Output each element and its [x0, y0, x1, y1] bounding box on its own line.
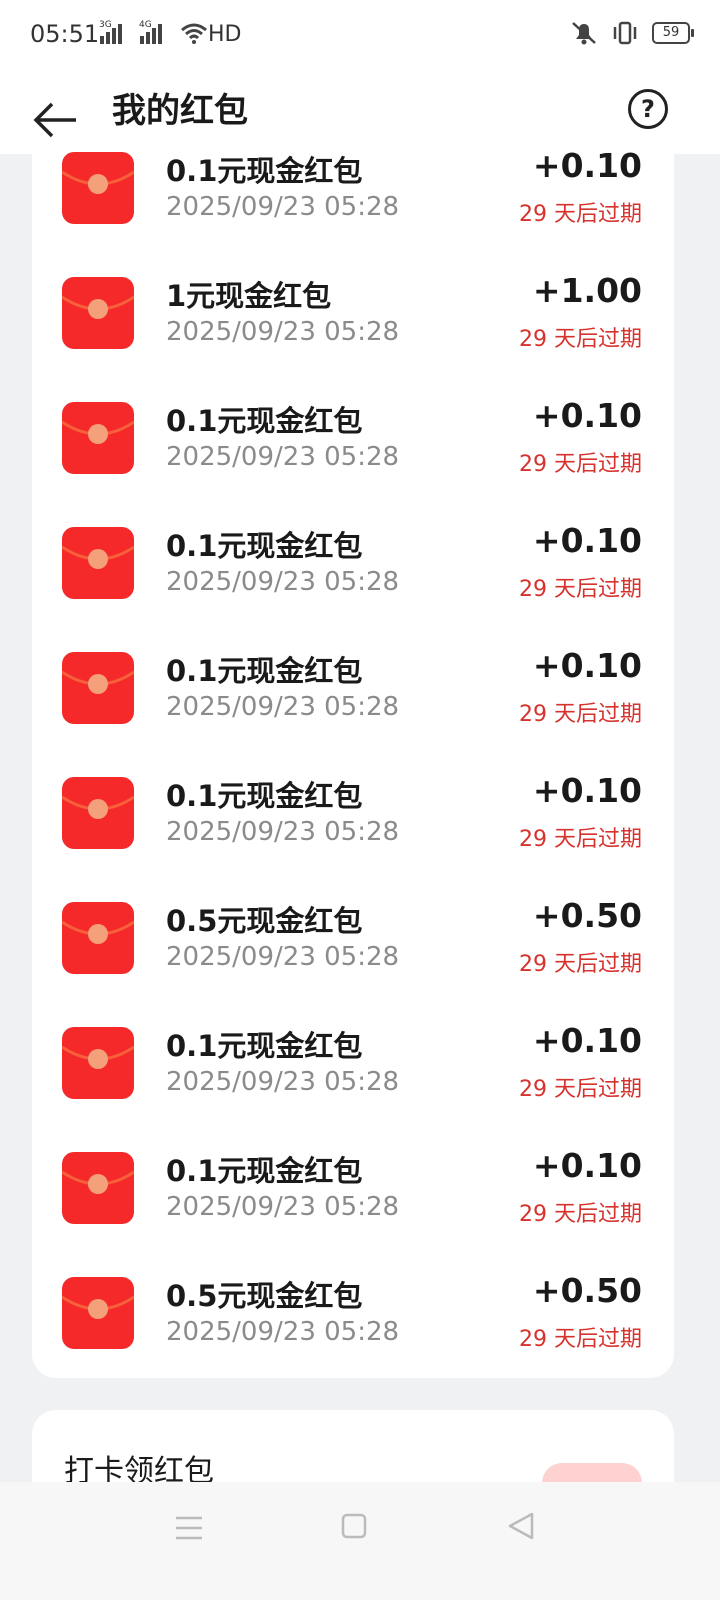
- item-amount: +0.10: [532, 646, 642, 685]
- item-expire: 29 天后过期: [519, 1202, 642, 1227]
- hd-indicator: HD: [208, 22, 242, 47]
- item-expire: 29 天后过期: [519, 1327, 642, 1352]
- item-amount: +0.50: [532, 896, 642, 935]
- item-amount: +0.10: [532, 1146, 642, 1185]
- item-expire: 29 天后过期: [519, 202, 642, 227]
- menu-icon: [176, 1516, 202, 1540]
- network-type-label: 4G: [139, 20, 152, 30]
- item-date: 2025/09/23 05:28: [166, 567, 400, 597]
- item-expire: 29 天后过期: [519, 1077, 642, 1102]
- list-item[interactable]: 1元现金红包 2025/09/23 05:28 +1.00 29 天后过期: [32, 271, 674, 402]
- list-item[interactable]: 0.1元现金红包 2025/09/23 05:28 +0.10 29 天后过期: [32, 396, 674, 527]
- item-date: 2025/09/23 05:28: [166, 817, 400, 847]
- item-amount: +0.10: [532, 1021, 642, 1060]
- list-item[interactable]: 0.5元现金红包 2025/09/23 05:28 +0.50 29 天后过期: [32, 1271, 674, 1378]
- red-envelope-icon: [62, 402, 134, 474]
- item-title: 0.5元现金红包: [166, 904, 363, 938]
- signal-3g-icon: 3G: [99, 20, 122, 44]
- item-expire: 29 天后过期: [519, 577, 642, 602]
- item-date: 2025/09/23 05:28: [166, 192, 400, 222]
- item-date: 2025/09/23 05:28: [166, 317, 400, 347]
- nav-menu-button[interactable]: [172, 1510, 208, 1546]
- network-type-label: 3G: [99, 20, 112, 30]
- triangle-back-icon: [508, 1512, 534, 1540]
- item-amount: +0.10: [532, 396, 642, 435]
- list-item[interactable]: 0.1元现金红包 2025/09/23 05:28 +0.10 29 天后过期: [32, 1021, 674, 1152]
- red-envelope-icon: [62, 652, 134, 724]
- item-amount: +0.10: [532, 771, 642, 810]
- red-envelope-icon: [62, 277, 134, 349]
- question-circle-icon: ?: [641, 95, 655, 123]
- nav-back-button[interactable]: [506, 1510, 542, 1546]
- item-title: 0.1元现金红包: [166, 654, 363, 688]
- red-envelope-icon: [62, 1152, 134, 1224]
- list-item[interactable]: 0.1元现金红包 2025/09/23 05:28 +0.10 29 天后过期: [32, 521, 674, 652]
- item-date: 2025/09/23 05:28: [166, 692, 400, 722]
- system-nav-bar: [0, 1482, 720, 1600]
- red-envelope-icon: [62, 902, 134, 974]
- item-amount: +0.10: [532, 521, 642, 560]
- item-date: 2025/09/23 05:28: [166, 442, 400, 472]
- item-amount: +0.50: [532, 1271, 642, 1310]
- item-title: 0.1元现金红包: [166, 154, 363, 188]
- item-title: 0.1元现金红包: [166, 1029, 363, 1063]
- item-date: 2025/09/23 05:28: [166, 1192, 400, 1222]
- status-time: 05:51: [30, 20, 100, 48]
- item-title: 0.1元现金红包: [166, 1154, 363, 1188]
- red-envelope-icon: [62, 527, 134, 599]
- arrow-left-icon: [33, 102, 76, 138]
- item-title: 0.1元现金红包: [166, 779, 363, 813]
- back-button[interactable]: [30, 86, 82, 138]
- item-amount: +1.00: [532, 271, 642, 310]
- status-bar: 05:51 3G 4G HD 59: [0, 0, 720, 72]
- nav-home-button[interactable]: [340, 1510, 376, 1546]
- item-amount: +0.10: [532, 150, 642, 185]
- item-title: 1元现金红包: [166, 279, 332, 313]
- list-item[interactable]: 0.1元现金红包 2025/09/23 05:28 +0.10 29 天后过期: [32, 150, 674, 277]
- item-expire: 29 天后过期: [519, 452, 642, 477]
- red-envelope-icon: [62, 1277, 134, 1349]
- red-envelope-icon: [62, 1027, 134, 1099]
- app-header: 我的红包 ?: [0, 72, 720, 154]
- item-date: 2025/09/23 05:28: [166, 1317, 400, 1347]
- red-envelope-icon: [62, 777, 134, 849]
- item-expire: 29 天后过期: [519, 827, 642, 852]
- battery-icon: 59: [652, 22, 694, 44]
- item-expire: 29 天后过期: [519, 952, 642, 977]
- item-title: 0.5元现金红包: [166, 1279, 363, 1313]
- list-item[interactable]: 0.1元现金红包 2025/09/23 05:28 +0.10 29 天后过期: [32, 1146, 674, 1277]
- list-item[interactable]: 0.5元现金红包 2025/09/23 05:28 +0.50 29 天后过期: [32, 896, 674, 1027]
- list-item[interactable]: 0.1元现金红包 2025/09/23 05:28 +0.10 29 天后过期: [32, 771, 674, 902]
- square-home-icon: [341, 1513, 367, 1539]
- item-date: 2025/09/23 05:28: [166, 942, 400, 972]
- network-icons: 3G 4G: [99, 20, 208, 44]
- status-right-icons: 59: [570, 20, 694, 46]
- item-title: 0.1元现金红包: [166, 404, 363, 438]
- signal-4g-icon: 4G: [139, 20, 162, 44]
- item-date: 2025/09/23 05:28: [166, 1067, 400, 1097]
- page-title: 我的红包: [112, 91, 248, 131]
- item-expire: 29 天后过期: [519, 327, 642, 352]
- item-title: 0.1元现金红包: [166, 529, 363, 563]
- red-packet-list: 0.1元现金红包 2025/09/23 05:28 +0.10 29 天后过期 1元现金…: [32, 150, 674, 1378]
- bell-muted-icon: [572, 22, 596, 45]
- help-button[interactable]: ?: [628, 89, 668, 129]
- vibrate-icon: [613, 21, 637, 45]
- red-envelope-icon: [62, 152, 134, 224]
- list-item[interactable]: 0.1元现金红包 2025/09/23 05:28 +0.10 29 天后过期: [32, 646, 674, 777]
- wifi-icon: [181, 23, 207, 44]
- item-expire: 29 天后过期: [519, 702, 642, 727]
